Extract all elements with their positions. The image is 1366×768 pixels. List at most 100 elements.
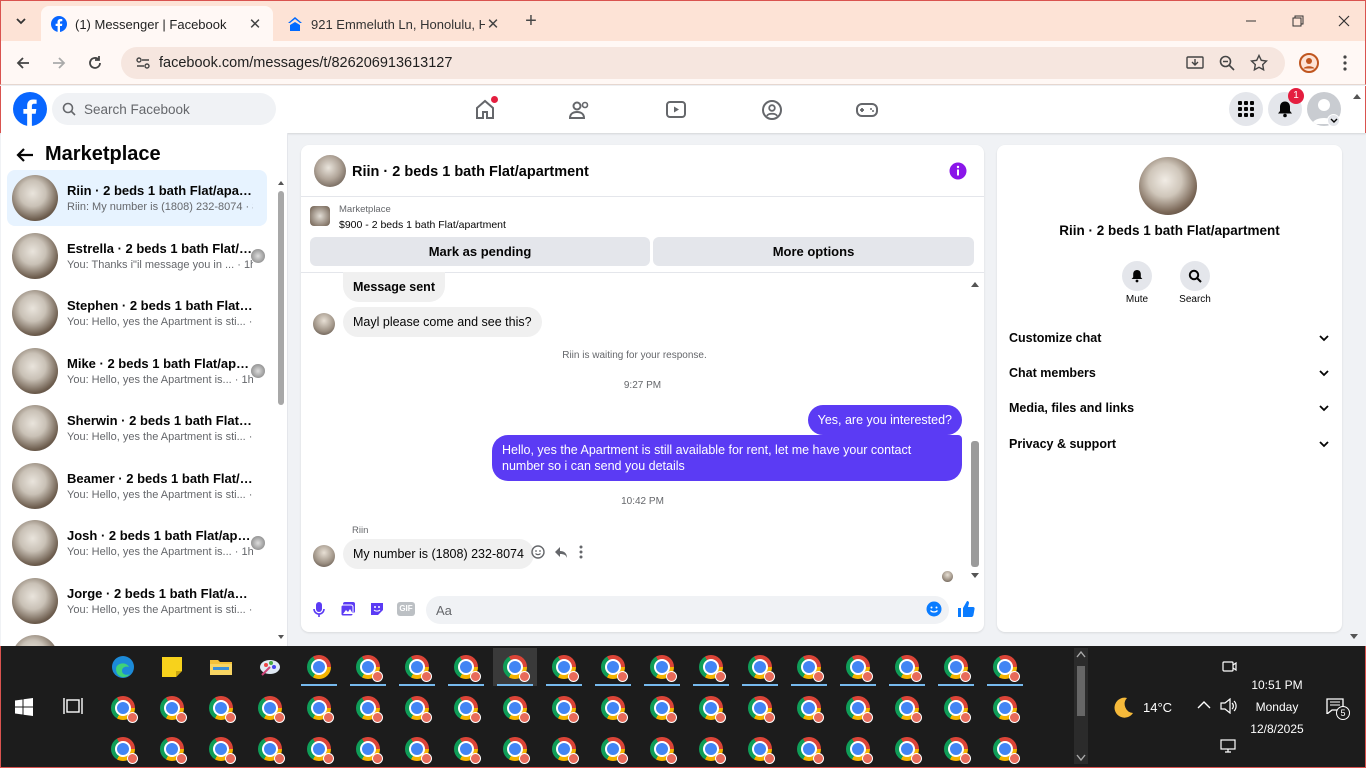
taskbar-chrome-window[interactable] (493, 730, 537, 768)
taskbar-chrome-window[interactable] (297, 730, 341, 768)
taskbar-chrome-window[interactable] (150, 689, 194, 727)
sticker-button[interactable] (369, 601, 385, 617)
taskbar-chrome-window[interactable] (493, 689, 537, 727)
taskbar-chrome-window[interactable] (346, 648, 390, 686)
site-settings-icon[interactable] (135, 55, 151, 71)
minimize-button[interactable] (1237, 7, 1265, 35)
taskbar-chrome-window[interactable] (591, 730, 635, 768)
restore-button[interactable] (1284, 7, 1312, 35)
clock-date[interactable]: 12/8/2025 (1239, 722, 1315, 736)
conversation-item[interactable]: Sherwin · 2 beds 1 bath Flat/apa... You: … (7, 400, 267, 456)
start-button[interactable] (15, 698, 33, 716)
new-tab-button[interactable]: + (517, 7, 545, 35)
taskbar-chrome-window[interactable] (787, 648, 831, 686)
mark-as-pending-button[interactable]: Mark as pending (310, 237, 650, 266)
taskbar-chrome-window[interactable] (689, 730, 733, 768)
conversation-item[interactable] (7, 630, 267, 646)
taskbar-chrome-window[interactable] (542, 689, 586, 727)
show-hidden-icons[interactable] (1197, 700, 1211, 710)
nav-home[interactable] (470, 95, 500, 125)
taskbar-chrome-window[interactable] (297, 689, 341, 727)
message-bubble-incoming[interactable]: Mayl please come and see this? (343, 307, 542, 337)
facebook-search-input[interactable]: Search Facebook (52, 93, 276, 125)
taskbar-chrome-window[interactable] (444, 730, 488, 768)
taskbar-chrome-window[interactable] (591, 689, 635, 727)
voice-clip-button[interactable] (312, 601, 326, 617)
taskbar-chrome-window[interactable] (836, 730, 880, 768)
contact-avatar[interactable] (1139, 157, 1197, 215)
close-window-button[interactable] (1330, 7, 1358, 35)
reload-button[interactable] (81, 49, 109, 77)
address-bar[interactable]: facebook.com/messages/t/826206913613127 (121, 47, 1285, 79)
taskbar-chrome-window[interactable] (199, 730, 243, 768)
taskbar-chrome-window[interactable] (640, 689, 684, 727)
taskbar-chrome-window[interactable] (885, 689, 929, 727)
message-input[interactable]: Aa (426, 596, 949, 624)
conversation-item[interactable]: Stephen · 2 beds 1 bath Flat/apa... You: … (7, 285, 267, 341)
sidebar-scrollbar[interactable] (276, 177, 286, 643)
taskbar-chrome-window[interactable] (591, 648, 635, 686)
forward-button[interactable] (45, 49, 73, 77)
message-bubble-outgoing[interactable]: Hello, yes the Apartment is still availa… (492, 435, 962, 481)
taskbar-chrome-window[interactable] (297, 648, 341, 686)
info-section-privacy-support[interactable]: Privacy & support (1009, 437, 1329, 451)
account-chevron[interactable] (1327, 114, 1340, 127)
gif-button[interactable]: GIF (397, 602, 415, 616)
taskbar-chrome-window[interactable] (836, 648, 880, 686)
search-conversation-button[interactable] (1180, 261, 1210, 291)
task-view-button[interactable] (63, 697, 83, 715)
conversation-item[interactable]: Jorge · 2 beds 1 bath Flat/apart... You: … (7, 573, 267, 629)
listing-detail[interactable]: $900 - 2 beds 1 bath Flat/apartment (339, 219, 506, 231)
conversation-item[interactable]: Josh · 2 beds 1 bath Flat/apart... You: H… (7, 515, 267, 571)
conversation-item[interactable]: Beamer · 2 beds 1 bath Flat/apa... You: H… (7, 458, 267, 514)
taskbar-chrome-window[interactable] (444, 689, 488, 727)
conversation-info-button[interactable] (949, 162, 967, 180)
taskbar-chrome-window[interactable] (395, 648, 439, 686)
taskbar-chrome-window[interactable] (787, 689, 831, 727)
taskbar-chrome-window[interactable] (199, 689, 243, 727)
taskbar-chrome-window[interactable] (885, 730, 929, 768)
message-more-button[interactable] (579, 545, 583, 559)
taskbar-chrome-window[interactable] (885, 648, 929, 686)
taskbar-chrome-window[interactable] (101, 689, 145, 727)
info-section-customize-chat[interactable]: Customize chat (1009, 331, 1329, 345)
page-scroll-down[interactable] (1349, 633, 1359, 641)
nav-gaming[interactable] (852, 95, 882, 125)
like-button[interactable] (957, 600, 975, 618)
emoji-picker-button[interactable] (926, 601, 942, 617)
taskbar-chrome-window[interactable] (738, 730, 782, 768)
volume-icon[interactable] (1220, 698, 1238, 714)
info-section-chat-members[interactable]: Chat members (1009, 366, 1329, 380)
taskbar-chrome-window[interactable] (934, 648, 978, 686)
taskbar-chrome-window[interactable] (542, 648, 586, 686)
taskbar-chrome-window[interactable] (395, 689, 439, 727)
taskbar-chrome-window[interactable] (248, 689, 292, 727)
close-tab-icon[interactable]: ✕ (485, 15, 501, 33)
clock-day[interactable]: Monday (1239, 700, 1315, 714)
reply-button[interactable] (554, 545, 568, 559)
tab-messenger[interactable]: (1) Messenger | Facebook ✕ (41, 6, 273, 42)
taskbar-chrome-window[interactable] (983, 689, 1027, 727)
taskbar-edge[interactable] (101, 648, 145, 686)
message-bubble-outgoing[interactable]: Yes, are you interested? (807, 405, 962, 435)
taskbar-chrome-window[interactable] (493, 648, 537, 686)
taskbar-chrome-window[interactable] (983, 730, 1027, 768)
taskbar-chrome-window[interactable] (248, 730, 292, 768)
profile-button[interactable] (1295, 49, 1323, 77)
nav-friends[interactable] (565, 95, 595, 125)
mute-button[interactable] (1122, 261, 1152, 291)
taskbar-paint[interactable] (248, 648, 292, 686)
taskbar-file-explorer[interactable] (199, 648, 243, 686)
message-bubble-incoming[interactable]: My number is (1808) 232-8074 (343, 539, 534, 569)
taskbar-chrome-window[interactable] (640, 730, 684, 768)
taskbar-chrome-window[interactable] (738, 689, 782, 727)
attach-media-button[interactable] (340, 601, 356, 617)
facebook-logo[interactable] (13, 92, 47, 126)
taskbar-chrome-window[interactable] (934, 730, 978, 768)
taskbar-chrome-window[interactable] (934, 689, 978, 727)
back-to-messenger-button[interactable] (15, 145, 37, 167)
weather-moon-icon[interactable] (1111, 696, 1135, 720)
taskbar-chrome-window[interactable] (689, 689, 733, 727)
taskbar-scrollbar[interactable] (1074, 648, 1088, 764)
menu-button[interactable] (1229, 92, 1263, 126)
